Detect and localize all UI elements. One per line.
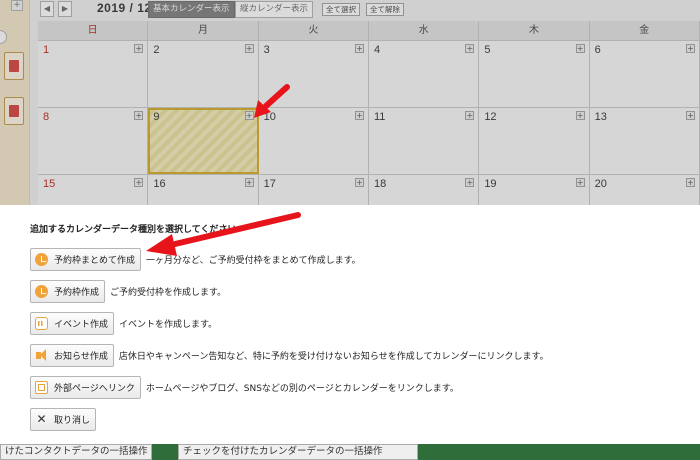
option-description: ホームページやブログ、SNSなどの別のページとカレンダーをリンクします。 <box>145 384 459 394</box>
button-label: 予約枠作成 <box>54 288 100 298</box>
option-description: ご予約受付枠を作成します。 <box>110 288 227 298</box>
option-description: イベントを作成します。 <box>119 320 218 330</box>
option-row: 予約枠まとめて作成 一ヶ月分など、ご予約受付枠をまとめて作成します。 <box>30 248 361 271</box>
cancel-button[interactable]: ✕ 取り消し <box>30 408 97 431</box>
bulk-create-reservation-button[interactable]: 予約枠まとめて作成 <box>30 248 142 271</box>
add-calendar-data-dialog: 追加するカレンダーデータ種別を選択してください 予約枠まとめて作成 一ヶ月分など… <box>0 205 700 444</box>
option-row: イベント作成 イベントを作成します。 <box>30 312 217 335</box>
external-link-icon <box>35 381 48 394</box>
button-label: お知らせ作成 <box>54 352 108 362</box>
event-calendar-icon <box>35 317 48 330</box>
option-row: 予約枠作成 ご予約受付枠を作成します。 <box>30 280 226 303</box>
contact-bulk-action-button[interactable]: けたコンタクトデータの一括操作 <box>0 444 152 460</box>
bulk-action-bar: けたコンタクトデータの一括操作 チェックを付けたカレンダーデータの一括操作 <box>0 444 700 460</box>
option-description: 一ヶ月分など、ご予約受付枠をまとめて作成します。 <box>146 256 361 266</box>
dialog-prompt: 追加するカレンダーデータ種別を選択してください <box>30 225 237 235</box>
modal-overlay <box>0 0 700 205</box>
calendar-bulk-action-button[interactable]: チェックを付けたカレンダーデータの一括操作 <box>178 444 418 460</box>
bulk-reservation-icon <box>35 253 48 266</box>
create-reservation-button[interactable]: 予約枠作成 <box>30 280 106 303</box>
close-icon: ✕ <box>36 412 47 426</box>
create-notice-button[interactable]: お知らせ作成 <box>30 344 114 367</box>
create-event-button[interactable]: イベント作成 <box>30 312 115 335</box>
button-label: 外部ページへリンク <box>54 384 135 394</box>
button-label: イベント作成 <box>54 320 109 330</box>
option-description: 店休日やキャンペーン告知など、特に予約を受け付けないお知らせを作成してカレンダー… <box>118 352 549 362</box>
external-link-button[interactable]: 外部ページへリンク <box>30 376 141 399</box>
button-label: 予約枠まとめて作成 <box>54 256 136 266</box>
button-label: 取り消し <box>54 416 91 426</box>
option-row: ✕ 取り消し <box>30 408 97 431</box>
megaphone-icon <box>35 349 48 362</box>
option-row: 外部ページへリンク ホームページやブログ、SNSなどの別のページとカレンダーをリ… <box>30 376 459 399</box>
option-row: お知らせ作成 店休日やキャンペーン告知など、特に予約を受け付けないお知らせを作成… <box>30 344 549 367</box>
reservation-icon <box>35 285 48 298</box>
